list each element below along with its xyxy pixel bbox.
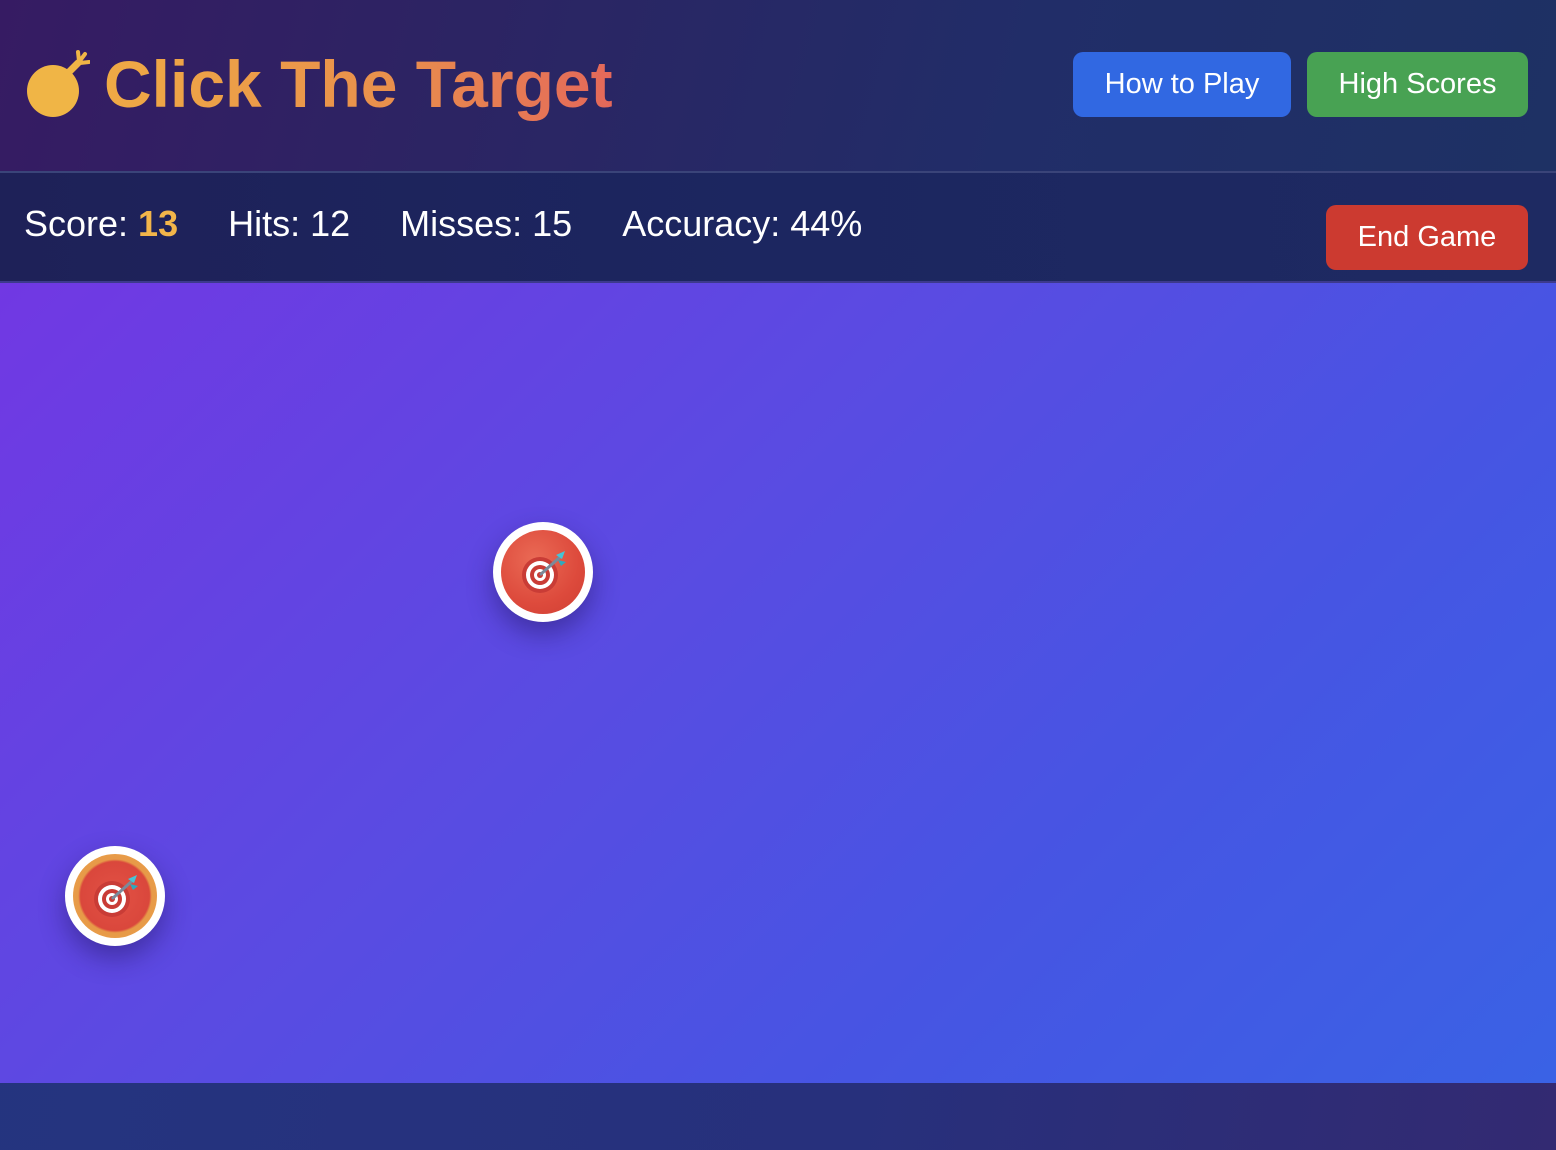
direct-hit-dart-icon xyxy=(94,875,138,917)
misses-stat: Misses: 15 xyxy=(400,203,572,245)
score-value: 13 xyxy=(138,203,179,244)
misses-value: 15 xyxy=(532,203,573,244)
high-scores-button[interactable]: High Scores xyxy=(1307,52,1528,117)
stats-group: Score: 13 Hits: 12 Misses: 15 Accuracy: … xyxy=(24,203,912,245)
how-to-play-button[interactable]: How to Play xyxy=(1073,52,1291,117)
bomb-icon xyxy=(27,50,90,117)
bonus-target[interactable] xyxy=(65,846,165,946)
target[interactable] xyxy=(493,522,593,622)
accuracy-label: Accuracy: xyxy=(622,203,781,244)
direct-hit-dart-icon xyxy=(522,551,566,593)
end-game-button[interactable]: End Game xyxy=(1326,205,1528,270)
score-stat: Score: 13 xyxy=(24,203,178,245)
page-footer-area xyxy=(0,1083,1556,1150)
accuracy-stat: Accuracy: 44% xyxy=(622,203,862,245)
misses-label: Misses: xyxy=(400,203,523,244)
game-title: Click The Target xyxy=(104,47,613,121)
hits-stat: Hits: 12 xyxy=(228,203,350,245)
title-group: Click The Target xyxy=(24,46,613,122)
accuracy-value: 44% xyxy=(790,203,863,244)
hits-value: 12 xyxy=(310,203,351,244)
hits-label: Hits: xyxy=(228,203,301,244)
score-label: Score: xyxy=(24,203,129,244)
game-header: Click The Target How to Play High Scores xyxy=(0,0,1556,173)
game-arena[interactable] xyxy=(0,283,1556,1083)
stats-bar: Score: 13 Hits: 12 Misses: 15 Accuracy: … xyxy=(0,173,1556,283)
